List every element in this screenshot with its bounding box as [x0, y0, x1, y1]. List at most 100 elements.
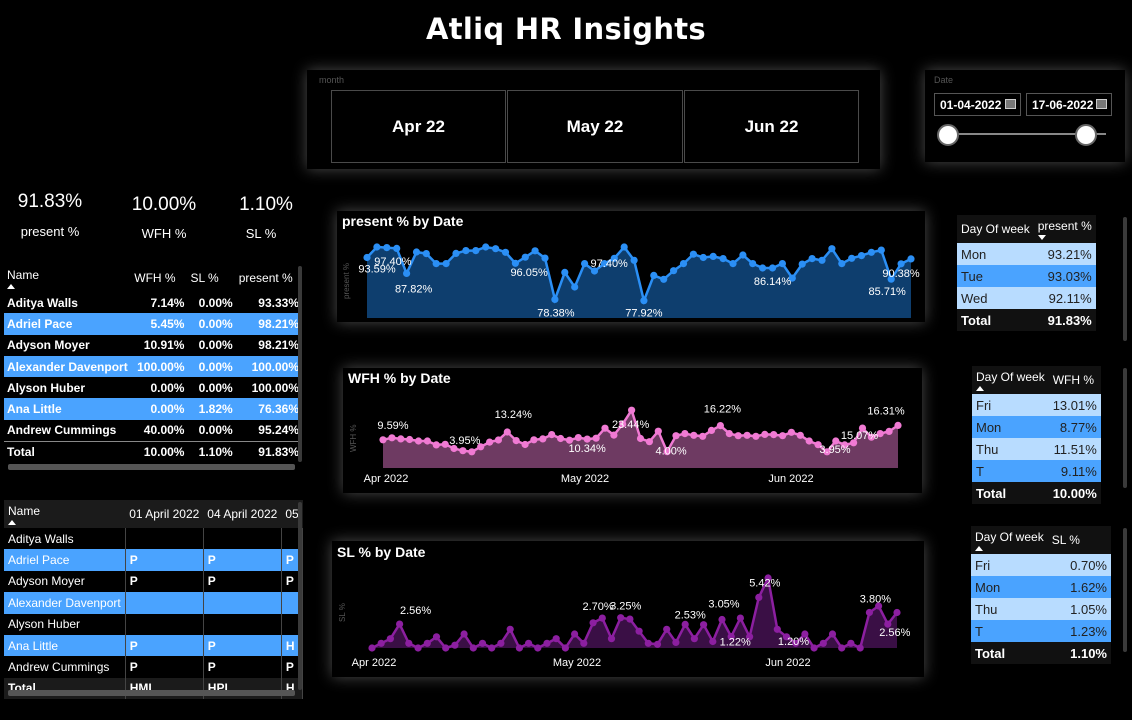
data-point[interactable] [877, 246, 885, 254]
data-point[interactable] [718, 615, 726, 624]
table-row[interactable]: Mon 1.62% [971, 576, 1111, 598]
employee-table-vscroll[interactable] [298, 266, 302, 462]
data-point[interactable] [432, 633, 441, 641]
sl-weekday-vscroll[interactable] [1123, 528, 1127, 652]
data-point[interactable] [810, 644, 818, 652]
table-row[interactable]: Wed 92.11% [957, 287, 1096, 309]
data-point[interactable] [734, 432, 742, 440]
data-point[interactable] [716, 422, 724, 430]
data-point[interactable] [472, 247, 480, 255]
data-point[interactable] [867, 248, 876, 256]
data-point[interactable] [848, 254, 856, 262]
column-header-sl[interactable]: SL % [1047, 526, 1111, 554]
data-point[interactable] [589, 619, 597, 627]
data-point[interactable] [601, 424, 609, 432]
table-row[interactable]: Alyson Huber [4, 613, 304, 635]
month-option-jun[interactable]: Jun 22 [684, 90, 859, 163]
data-point[interactable] [679, 260, 688, 268]
data-point[interactable] [689, 250, 697, 258]
column-header-wfh[interactable]: WFH % [131, 264, 188, 292]
data-point[interactable] [690, 431, 698, 439]
data-point[interactable] [653, 640, 662, 648]
data-point[interactable] [640, 297, 648, 305]
data-point[interactable] [755, 593, 763, 601]
data-point[interactable] [725, 430, 733, 438]
data-point[interactable] [709, 637, 717, 646]
data-point[interactable] [796, 431, 804, 439]
end-date-input[interactable]: 17-06-2022 [1026, 93, 1112, 116]
data-point[interactable] [847, 639, 855, 647]
data-point[interactable] [512, 437, 520, 445]
table-row[interactable]: Aditya Walls 7.14% 0.00% 93.33% [4, 292, 302, 313]
data-point[interactable] [818, 256, 826, 264]
data-point[interactable] [412, 248, 421, 256]
data-point[interactable] [414, 437, 423, 445]
data-point[interactable] [798, 260, 806, 268]
data-point[interactable] [396, 620, 404, 628]
start-date-input[interactable]: 01-04-2022 [934, 93, 1021, 116]
data-point[interactable] [441, 440, 449, 448]
data-point[interactable] [865, 608, 874, 617]
data-point[interactable] [494, 436, 502, 444]
data-point[interactable] [552, 635, 560, 643]
data-point[interactable] [530, 436, 538, 444]
data-point[interactable] [521, 440, 529, 449]
data-point[interactable] [363, 253, 371, 262]
data-point[interactable] [561, 268, 569, 276]
data-point[interactable] [432, 260, 440, 268]
column-header-day[interactable]: Day Of week [957, 215, 1034, 243]
data-point[interactable] [672, 432, 680, 440]
wfh-weekday-vscroll[interactable] [1123, 368, 1127, 488]
data-point[interactable] [534, 644, 542, 652]
data-point[interactable] [388, 434, 396, 442]
column-header-date-2[interactable]: 04 April 2022 [203, 500, 282, 528]
data-point[interactable] [501, 248, 510, 256]
data-point[interactable] [770, 431, 778, 439]
data-point[interactable] [778, 260, 786, 268]
data-point[interactable] [660, 275, 668, 283]
data-point[interactable] [768, 264, 777, 272]
data-point[interactable] [386, 635, 394, 643]
end-slider-handle[interactable] [1075, 124, 1097, 146]
data-point[interactable] [885, 427, 893, 435]
data-point[interactable] [808, 255, 816, 263]
month-option-apr[interactable]: Apr 22 [331, 90, 506, 163]
data-point[interactable] [672, 638, 680, 646]
column-header-wfh[interactable]: WFH % [1048, 366, 1101, 394]
data-point[interactable] [397, 435, 405, 443]
data-point[interactable] [654, 427, 662, 435]
table-row[interactable]: Fri 0.70% [971, 554, 1111, 576]
table-row[interactable]: Fri 13.01% [972, 394, 1101, 416]
data-point[interactable] [432, 441, 440, 449]
calendar-icon[interactable] [1005, 99, 1016, 109]
column-header-date-1[interactable]: 01 April 2022 [125, 500, 204, 528]
data-point[interactable] [574, 434, 582, 442]
data-point[interactable] [557, 434, 565, 443]
table-row[interactable]: Ana Little 0.00% 1.82% 76.36% [4, 398, 302, 420]
data-point[interactable] [700, 621, 708, 629]
table-row[interactable]: Alexander Davenport 100.00% 0.00% 100.00% [4, 355, 302, 378]
table-row[interactable]: Alyson Huber 0.00% 0.00% 100.00% [4, 377, 302, 398]
data-point[interactable] [368, 644, 376, 652]
data-point[interactable] [469, 644, 477, 652]
data-point[interactable] [856, 644, 864, 652]
data-point[interactable] [699, 253, 707, 262]
data-point[interactable] [709, 252, 717, 260]
column-header-day[interactable]: Day Of week [971, 526, 1048, 554]
data-point[interactable] [752, 432, 760, 440]
data-point[interactable] [423, 639, 431, 647]
data-point[interactable] [383, 244, 391, 252]
data-point[interactable] [548, 431, 556, 439]
column-header-name[interactable]: Name [4, 500, 126, 528]
data-point[interactable] [525, 639, 533, 647]
data-point[interactable] [482, 243, 490, 251]
data-point[interactable] [492, 245, 500, 253]
data-point[interactable] [681, 430, 689, 438]
data-point[interactable] [893, 608, 901, 617]
data-point[interactable] [636, 434, 645, 443]
table-row[interactable]: Alexander Davenport [4, 592, 304, 614]
data-point[interactable] [897, 260, 905, 268]
data-point[interactable] [423, 437, 431, 445]
data-point[interactable] [635, 627, 643, 635]
table-row[interactable]: Tue 93.03% [957, 265, 1096, 287]
